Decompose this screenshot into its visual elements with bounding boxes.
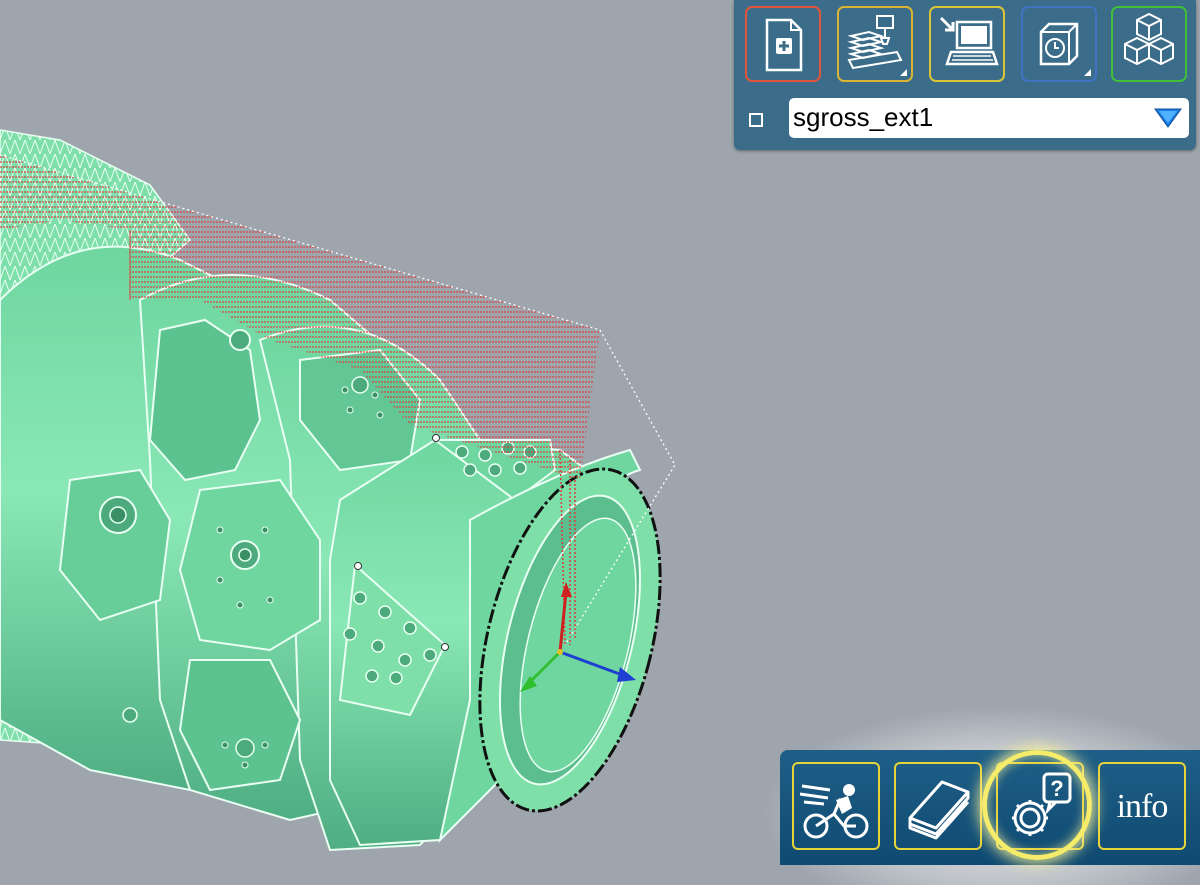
manual-button[interactable] — [894, 762, 982, 850]
cyclist-speed-icon — [799, 784, 869, 839]
speed-button[interactable] — [792, 762, 880, 850]
dropdown-corner-icon — [900, 69, 907, 76]
info-label: info — [1116, 788, 1169, 825]
gear-question-icon: ? — [1012, 772, 1072, 836]
new-document-button[interactable] — [745, 6, 821, 82]
bottom-toolbar: ? info — [780, 750, 1200, 865]
info-button[interactable]: info — [1098, 762, 1186, 850]
cubes-icon — [1124, 12, 1174, 66]
chevron-down-icon — [1154, 108, 1182, 128]
computer-import-icon — [939, 16, 999, 66]
svg-text:?: ? — [1050, 776, 1063, 801]
machine-setup-button[interactable] — [837, 6, 913, 82]
timer-button[interactable] — [1021, 6, 1097, 82]
import-computer-button[interactable] — [929, 6, 1005, 82]
dropdown-corner-icon — [1084, 69, 1091, 76]
stock-selector-value: sgross_ext1 — [793, 102, 934, 132]
book-icon — [908, 780, 970, 840]
selector-checkbox[interactable] — [749, 113, 763, 127]
stock-blocks-button[interactable] — [1111, 6, 1187, 82]
top-toolbar: sgross_ext1 — [734, 0, 1196, 150]
stock-selector-dropdown[interactable]: sgross_ext1 — [789, 98, 1189, 138]
new-document-icon — [765, 18, 803, 72]
help-settings-button[interactable]: ? — [996, 762, 1084, 850]
